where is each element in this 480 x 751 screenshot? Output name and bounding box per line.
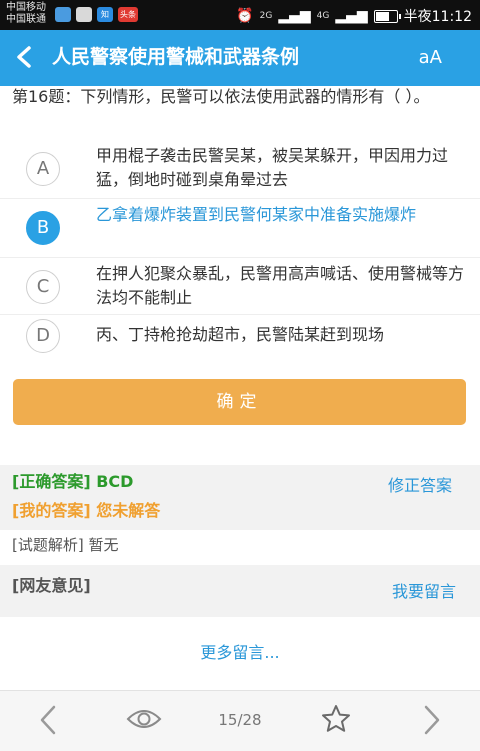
option-text-c: 在押人犯聚众暴乱，民警用高声喊话、使用警械等方法均不能制止: [96, 264, 465, 307]
chevron-right-icon: [424, 705, 440, 735]
option-letter-b: B: [26, 211, 60, 245]
options-list: A 甲用棍子袭击民警吴某，被吴某躲开，甲因用力过猛，倒地时碰到桌角晕过去 B 乙…: [0, 140, 480, 357]
my-answer: [我的答案] 您未解答: [12, 498, 160, 524]
analysis-value: 暂无: [88, 536, 119, 554]
leave-comment-link[interactable]: 我要留言: [392, 579, 456, 605]
gallery-app-icon: [76, 7, 92, 22]
chevron-left-icon: [40, 705, 56, 735]
fix-answer-link[interactable]: 修正答案: [388, 473, 452, 499]
option-text-b: 乙拿着爆炸装置到民警何某家中准备实施爆炸: [96, 205, 417, 224]
alarm-icon: ⏰: [236, 8, 254, 24]
option-letter-c: C: [26, 270, 60, 304]
font-size-button[interactable]: aA: [419, 46, 442, 70]
option-a[interactable]: A 甲用棍子袭击民警吴某，被吴某躲开，甲因用力过猛，倒地时碰到桌角晕过去: [0, 140, 480, 199]
signal-icon: ▂▄▆: [278, 8, 311, 24]
page-indicator: 15/28: [218, 711, 262, 729]
favorite-button[interactable]: [320, 703, 352, 735]
network-4g: 4G: [316, 11, 330, 21]
network-2g: 2G: [259, 11, 273, 21]
carrier-2: 中国联通: [6, 14, 46, 25]
analysis: [试题解析] 暂无: [12, 532, 119, 558]
font-size-icon: aA: [418, 47, 442, 68]
option-letter-a: A: [26, 152, 60, 186]
more-comments-link[interactable]: 更多留言...: [0, 640, 480, 666]
option-text-a: 甲用棍子袭击民警吴某，被吴某躲开，甲因用力过猛，倒地时碰到桌角晕过去: [96, 146, 449, 189]
page-title: 人民警察使用警械和武器条例: [52, 46, 300, 68]
option-c[interactable]: C 在押人犯聚众暴乱，民警用高声喊话、使用警械等方法均不能制止: [0, 258, 480, 315]
star-icon: [322, 705, 350, 732]
confirm-button[interactable]: 确定: [13, 379, 466, 425]
my-answer-value: 您未解答: [96, 501, 161, 520]
correct-answer-label: [正确答案]: [12, 472, 91, 491]
eye-icon: [126, 710, 162, 728]
carrier-1: 中国移动: [6, 2, 46, 13]
bottom-bar: 15/28: [0, 690, 480, 751]
eye-button[interactable]: [126, 705, 162, 733]
carrier-info: 中国移动 中国联通: [6, 2, 46, 26]
status-bar: 中国移动 中国联通 知 头条 ⏰ 2G ▂▄▆ 4G ▂▄▆ 半夜11:12: [0, 0, 480, 30]
battery-icon: [373, 9, 401, 23]
weibo-app-icon: [55, 7, 71, 22]
option-text-d: 丙、丁持枪抢劫超市，民警陆某赶到现场: [96, 325, 385, 344]
correct-answer: [正确答案] BCD: [12, 469, 133, 495]
title-bar: 人民警察使用警械和武器条例 aA: [0, 30, 480, 86]
toutiao-app-icon: 头条: [118, 7, 138, 22]
correct-answer-value: BCD: [96, 472, 134, 491]
question-text: 第16题：下列情形，民警可以依法使用武器的情形有（ ）。: [12, 87, 430, 106]
option-d[interactable]: D 丙、丁持枪抢劫超市，民警陆某赶到现场: [0, 315, 480, 357]
prev-button[interactable]: [30, 701, 66, 739]
back-button[interactable]: [14, 40, 34, 82]
option-b[interactable]: B 乙拿着爆炸装置到民警何某家中准备实施爆炸: [0, 199, 480, 258]
zhihu-app-icon: 知: [97, 7, 113, 22]
option-letter-d: D: [26, 319, 60, 353]
comments-title: [网友意见]: [12, 576, 91, 595]
signal-icon-2: ▂▄▆: [335, 8, 368, 24]
chevron-left-icon: [17, 46, 31, 68]
answer-panel: [正确答案] BCD [我的答案] 您未解答 修正答案: [0, 465, 480, 530]
clock: 半夜11:12: [403, 9, 472, 25]
notification-icons: 知 头条: [55, 7, 138, 22]
comments-section: [网友意见] 我要留言: [0, 565, 480, 617]
next-button[interactable]: [414, 701, 450, 739]
analysis-label: [试题解析]: [12, 536, 84, 554]
my-answer-label: [我的答案]: [12, 501, 91, 520]
status-right: ⏰ 2G ▂▄▆ 4G ▂▄▆ 半夜11:12: [236, 6, 472, 26]
